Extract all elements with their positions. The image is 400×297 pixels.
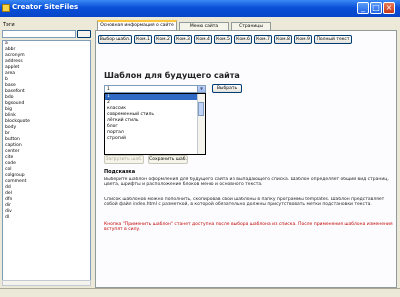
hint-title: Подсказка (104, 169, 136, 175)
main-area: Основная информация о сайте Меню сайта С… (95, 20, 397, 288)
toolbar-button-cmd8[interactable]: Ком.8 (274, 35, 292, 44)
toolbar-button-cmd2[interactable]: Ком.2 (154, 35, 172, 44)
save-template-button[interactable]: Сохранить шаб. (148, 155, 188, 164)
chevron-down-icon[interactable]: ▼ (197, 86, 205, 92)
hint-paragraph-1: Выберите шаблон оформления для будущего … (104, 177, 389, 188)
apply-template-button[interactable]: Загрузить шаб. (104, 155, 144, 164)
template-heading: Шаблон для будущего сайта (104, 71, 240, 80)
tag-search-button[interactable] (77, 30, 91, 38)
tab-panel: Выбор шабл. Ком.1 Ком.2 Ком.3 Ком.4 Ком.… (95, 30, 397, 288)
template-option[interactable]: строгий (105, 136, 205, 142)
toolbar-button-cmd4[interactable]: Ком.4 (194, 35, 212, 44)
title-bar: Creator SiteFiles _ □ × (0, 0, 400, 17)
toolbar-button-cmd6[interactable]: Ком.6 (234, 35, 252, 44)
toolbar-button-cmd7[interactable]: Ком.7 (254, 35, 272, 44)
hint-warning: Кнопка "Применить шаблон" станет доступн… (104, 222, 393, 233)
toolbar-button-fulltext[interactable]: Полный текст (314, 35, 352, 44)
dropdown-scrollbar[interactable] (197, 94, 205, 154)
template-select[interactable]: 1 ▼ (104, 85, 206, 93)
dropdown-scroll-thumb[interactable] (198, 102, 204, 116)
toolbar-button-cmd3[interactable]: Ком.3 (174, 35, 192, 44)
tag-list-item[interactable]: dl (3, 215, 90, 221)
tag-search-input[interactable] (2, 30, 76, 38)
tag-list-scrollbar[interactable] (2, 280, 91, 286)
template-dropdown-list[interactable]: 1 2 классик современный стиль лёгкий стиль бл… (104, 93, 206, 155)
tags-label: Тэги (3, 22, 15, 28)
tab-main-info[interactable]: Основная информация о сайте (97, 20, 177, 30)
template-select-value: 1 (107, 87, 110, 92)
toolbar-button-cmd9[interactable]: Ком.9 (294, 35, 312, 44)
close-button[interactable]: × (383, 2, 395, 14)
app-icon (2, 4, 10, 12)
maximize-button[interactable]: □ (370, 2, 382, 14)
select-template-button[interactable]: Выбрать (212, 84, 242, 93)
toolbar-button-cmd5[interactable]: Ком.5 (214, 35, 232, 44)
tab-site-menu[interactable]: Меню сайта (179, 22, 229, 30)
tag-list[interactable]: a abbr acronym address applet area b base basefo… (2, 40, 91, 286)
hint-paragraph-2: Список шаблонов можно пополнить, скопиро… (104, 197, 385, 208)
tab-pages[interactable]: Страницы (231, 22, 271, 30)
toolbar-button-template[interactable]: Выбор шабл. (98, 35, 132, 44)
window-title: Creator SiteFiles (12, 3, 79, 11)
minimize-button[interactable]: _ (357, 2, 369, 14)
toolbar-button-cmd1[interactable]: Ком.1 (134, 35, 152, 44)
